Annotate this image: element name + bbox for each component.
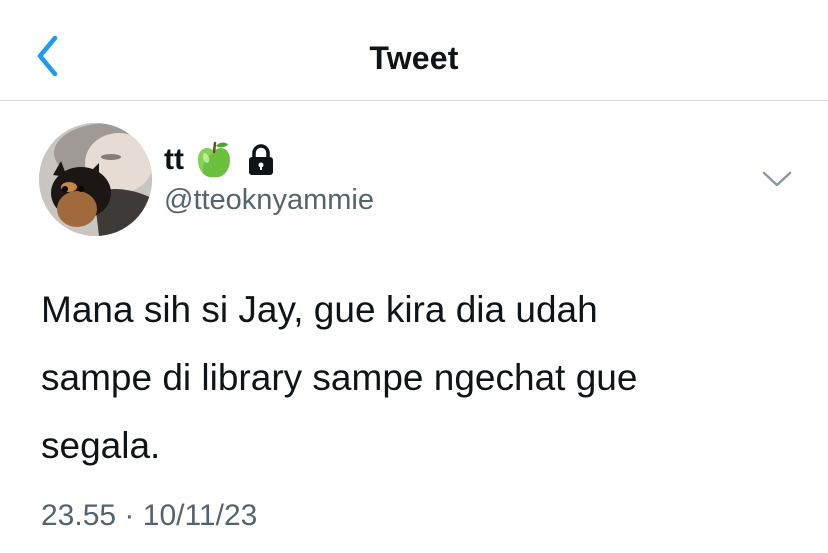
author-handle[interactable]: @tteoknyammie (164, 182, 374, 218)
top-bar: Tweet (0, 0, 828, 101)
green-apple-icon (197, 141, 230, 178)
tweet-text: Mana sih si Jay, gue kira dia udah sampe… (41, 289, 638, 466)
chevron-down-icon (762, 171, 792, 187)
timestamp-separator: · (124, 499, 135, 532)
display-name[interactable]: tt (164, 142, 184, 178)
tweet-time: 23.55 (41, 499, 117, 532)
author-name-row[interactable]: tt (164, 140, 276, 180)
avatar-photo (39, 123, 152, 236)
lock-icon (248, 144, 273, 175)
tweet-timestamp[interactable]: 23.55 · 10/11/23 (41, 496, 257, 536)
tweet-date: 10/11/23 (142, 499, 258, 532)
tweet-menu-button[interactable] (760, 165, 794, 193)
page-title: Tweet (369, 40, 459, 76)
avatar[interactable] (39, 123, 152, 236)
